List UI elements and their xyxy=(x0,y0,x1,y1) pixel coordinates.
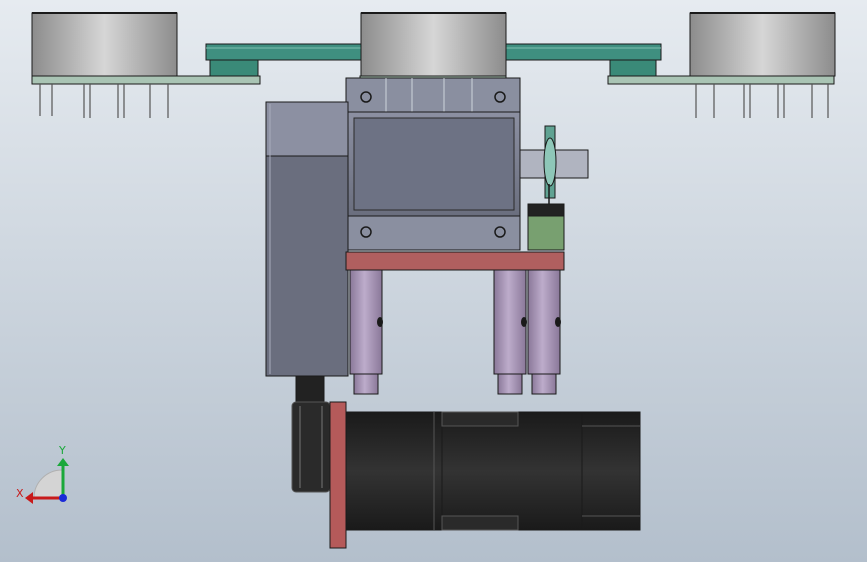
support-plate[interactable] xyxy=(345,251,565,271)
rail-carriage-right xyxy=(609,59,657,77)
shaft-disc xyxy=(543,137,557,187)
pneumatic-cylinder-mid xyxy=(493,269,527,395)
housing-inner xyxy=(353,117,515,211)
y-axis-label: Y xyxy=(58,444,66,457)
cad-viewport[interactable]: X Y xyxy=(0,0,867,562)
motor-body-front xyxy=(345,411,443,531)
sensor-head xyxy=(527,203,565,217)
bottom-clamp-block xyxy=(345,215,521,251)
cylinder-center[interactable] xyxy=(360,12,507,77)
rail-carriage-left xyxy=(209,59,259,77)
proximity-sensor[interactable] xyxy=(527,203,565,251)
belt-guard-body xyxy=(265,155,349,377)
pneumatic-cylinder-left xyxy=(349,269,383,395)
belt-guard[interactable] xyxy=(265,101,349,377)
pulley xyxy=(291,401,331,493)
belt-guard-top xyxy=(265,101,349,157)
motor-body-rear xyxy=(581,411,641,531)
pneumatic-cylinder-right xyxy=(527,269,561,395)
central-housing[interactable] xyxy=(345,77,521,251)
cylinder-left[interactable] xyxy=(31,12,178,77)
motor-flange xyxy=(329,401,347,549)
sensor-body xyxy=(527,215,565,251)
motor-body-mid xyxy=(441,411,583,531)
cylinder-right[interactable] xyxy=(689,12,836,77)
top-clamp-block xyxy=(345,77,521,113)
z-axis-dot xyxy=(59,494,67,502)
base-plate-right xyxy=(607,75,835,85)
x-axis-label: X xyxy=(16,487,24,500)
base-plate-left xyxy=(31,75,261,85)
